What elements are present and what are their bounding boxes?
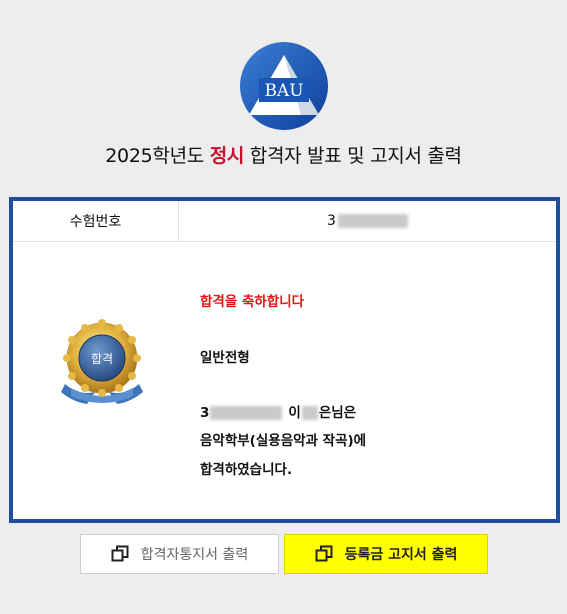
- redacted-exam-number: [337, 214, 408, 228]
- print-notice-label: 합격자통지서 출력: [140, 547, 249, 563]
- pass-medal-icon: 합격: [61, 319, 143, 404]
- applicant-line: 3 이 은님은: [200, 405, 357, 421]
- department-line: 음악학부(실용음악과 작곡)에: [200, 433, 367, 449]
- copy-icon: [111, 545, 129, 562]
- page-title: 2025학년도 정시 합격자 발표 및 고지서 출력: [105, 145, 462, 167]
- admission-type: 일반전형: [200, 350, 250, 366]
- redacted-name: [301, 406, 318, 420]
- svg-text:BAU: BAU: [264, 81, 303, 101]
- print-tuition-button[interactable]: 등록금 고지서 출력: [284, 534, 488, 574]
- exam-number-row: 수험번호 3: [13, 201, 556, 242]
- redacted-id: [210, 406, 283, 420]
- congrats-message: 합격을 축하합니다: [200, 294, 305, 310]
- result-panel: 수험번호 3 합격 합격을 축하합니다 일반전형 3 이 은님은 음악학부(실용…: [9, 197, 560, 523]
- copy-icon: [315, 545, 333, 562]
- university-logo: BAU: [240, 42, 328, 130]
- svg-text:합격: 합격: [91, 352, 113, 366]
- print-tuition-label: 등록금 고지서 출력: [344, 547, 458, 563]
- result-line: 합격하였습니다.: [200, 462, 293, 478]
- exam-number-value: 3: [179, 201, 556, 241]
- title-highlight: 정시: [209, 145, 245, 167]
- print-notice-button[interactable]: 합격자통지서 출력: [80, 534, 279, 574]
- exam-number-label: 수험번호: [13, 201, 179, 241]
